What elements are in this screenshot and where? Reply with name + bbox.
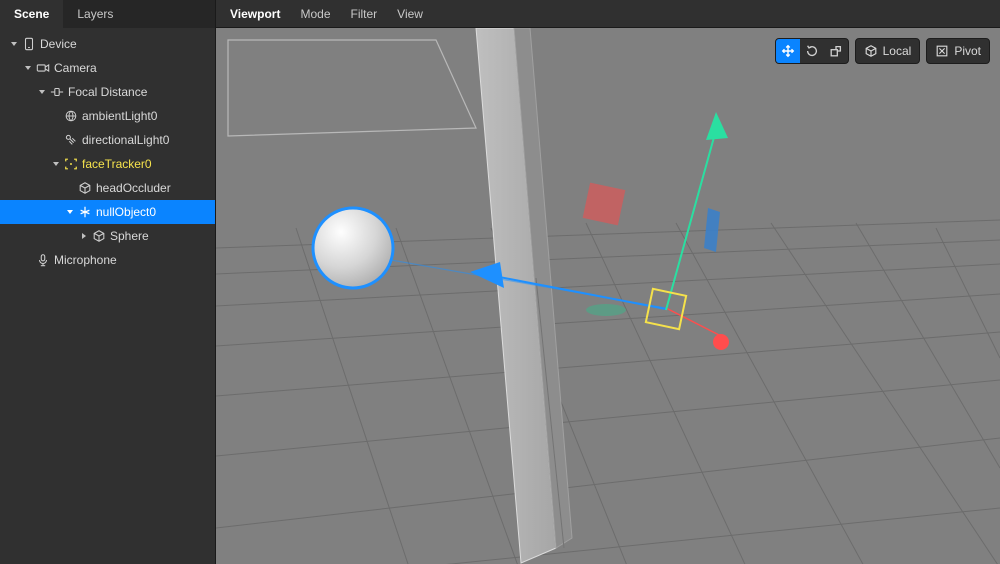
tree-label: Device (40, 37, 77, 51)
expand-icon[interactable] (78, 232, 90, 240)
tab-layers[interactable]: Layers (63, 0, 127, 28)
pivot-button[interactable]: Pivot (927, 39, 989, 63)
tree-row-sphere[interactable]: Sphere (0, 224, 215, 248)
menu-filter[interactable]: Filter (341, 0, 388, 28)
scene-tree: Device Camera Focal Distance (0, 28, 215, 564)
tree-row-microphone[interactable]: Microphone (0, 248, 215, 272)
ground-marker (586, 304, 626, 316)
sidebar-tabs: Scene Layers (0, 0, 215, 28)
tree-label: Sphere (110, 229, 149, 243)
move-tool-button[interactable] (776, 39, 800, 63)
tree-label: Camera (54, 61, 97, 75)
tree-row-directional-light[interactable]: directionalLight0 (0, 128, 215, 152)
camera-icon (34, 61, 52, 75)
expand-icon[interactable] (50, 160, 62, 168)
tree-row-head-occluder[interactable]: headOccluder (0, 176, 215, 200)
viewport-menu-bar: Viewport Mode Filter View (216, 0, 1000, 28)
blue-plane (704, 208, 720, 252)
tree-row-camera[interactable]: Camera (0, 56, 215, 80)
pivot-icon (935, 44, 949, 58)
tree-label: Focal Distance (68, 85, 147, 99)
space-group: Local (855, 38, 921, 64)
tree-row-face-tracker[interactable]: faceTracker0 (0, 152, 215, 176)
tab-scene[interactable]: Scene (0, 0, 63, 28)
local-space-button[interactable]: Local (856, 39, 920, 63)
pivot-label: Pivot (954, 44, 981, 58)
red-plane (583, 183, 626, 226)
ambient-light-icon (62, 109, 80, 123)
viewport-toolbar: Local Pivot (775, 38, 990, 64)
microphone-icon (34, 253, 52, 267)
directional-light-icon (62, 133, 80, 147)
tree-label: headOccluder (96, 181, 171, 195)
expand-icon[interactable] (64, 208, 76, 216)
sidebar: Scene Layers Device Camera (0, 0, 216, 564)
menu-view[interactable]: View (387, 0, 433, 28)
scale-tool-button[interactable] (824, 39, 848, 63)
viewport-3d[interactable]: Local Pivot (216, 28, 1000, 564)
tree-label: Microphone (54, 253, 117, 267)
tree-label: nullObject0 (96, 205, 156, 219)
mesh-icon (76, 181, 94, 195)
tree-row-ambient-light[interactable]: ambientLight0 (0, 104, 215, 128)
viewport-panel: Viewport Mode Filter View (216, 0, 1000, 564)
face-tracker-icon (62, 157, 80, 171)
null-object-icon (76, 205, 94, 219)
tree-row-focal-distance[interactable]: Focal Distance (0, 80, 215, 104)
vertical-slab (476, 28, 572, 563)
focal-distance-icon (48, 85, 66, 99)
tree-label: directionalLight0 (82, 133, 169, 147)
tree-row-null-object[interactable]: nullObject0 (0, 200, 215, 224)
sphere-object[interactable] (313, 208, 393, 288)
rotate-tool-button[interactable] (800, 39, 824, 63)
viewport-label: Viewport (230, 0, 290, 28)
cube-icon (864, 44, 878, 58)
menu-mode[interactable]: Mode (290, 0, 340, 28)
local-space-label: Local (883, 44, 912, 58)
pivot-group: Pivot (926, 38, 990, 64)
expand-icon[interactable] (8, 40, 20, 48)
tree-label: faceTracker0 (82, 157, 152, 171)
wireframe-plane (228, 40, 476, 136)
device-icon (20, 37, 38, 51)
manip-group (775, 38, 849, 64)
expand-icon[interactable] (22, 64, 34, 72)
tree-label: ambientLight0 (82, 109, 157, 123)
mesh-icon (90, 229, 108, 243)
expand-icon[interactable] (36, 88, 48, 96)
tree-row-device[interactable]: Device (0, 32, 215, 56)
